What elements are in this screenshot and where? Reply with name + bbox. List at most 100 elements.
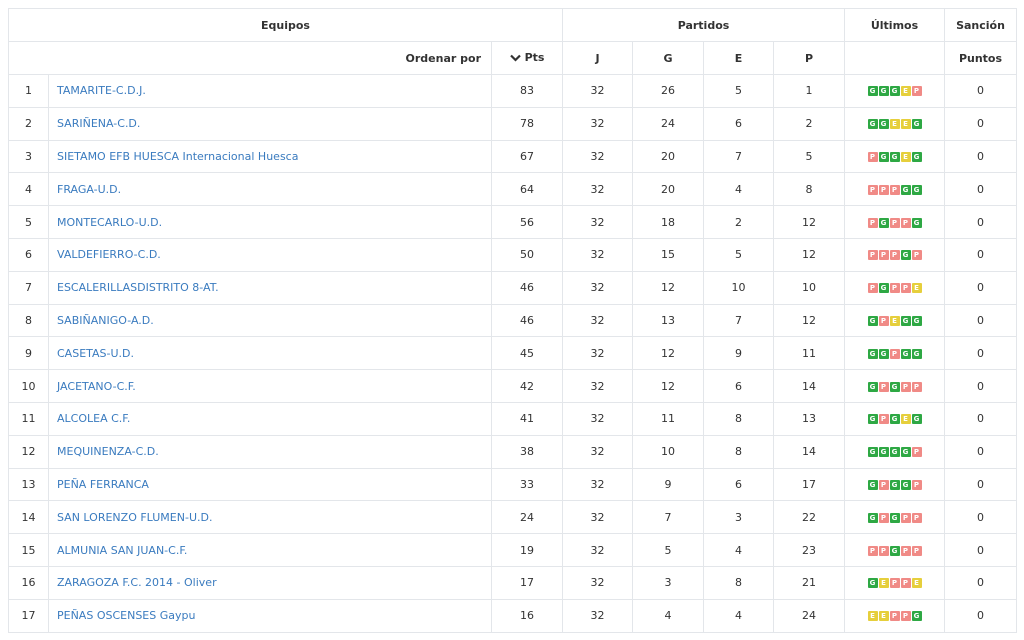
j-cell: 32	[562, 500, 633, 535]
form-result-badge: G	[889, 447, 900, 458]
form-result-badge: G	[878, 447, 889, 458]
team-cell: TAMARITE-C.D.J.	[48, 74, 492, 108]
team-cell: MONTECARLO-U.D.	[48, 205, 492, 239]
table-row: 3 SIETAMO EFB HUESCA Internacional Huesca…	[8, 139, 1017, 174]
pts-cell: 45	[491, 336, 563, 371]
pts-cell: 46	[491, 270, 563, 305]
g-cell: 7	[632, 500, 704, 535]
position-cell: 12	[8, 434, 49, 469]
form-result-badge: P	[867, 283, 878, 294]
p-cell: 14	[773, 369, 845, 403]
form-cell: EEPPG	[844, 598, 945, 633]
team-link[interactable]: CASETAS-U.D.	[57, 347, 134, 360]
e-cell: 2	[703, 205, 774, 239]
form-result-badge: P	[911, 250, 922, 261]
form-result-badge: G	[889, 545, 900, 556]
team-link[interactable]: TAMARITE-C.D.J.	[57, 84, 146, 97]
team-link[interactable]: SIETAMO EFB HUESCA Internacional Huesca	[57, 150, 298, 163]
p-cell: 11	[773, 336, 845, 371]
p-cell: 12	[773, 237, 845, 272]
p-cell: 24	[773, 598, 845, 633]
table-row: 7 ESCALERILLASDISTRITO 8-AT. 46 32 12 10 10 P G P…	[8, 270, 1017, 305]
j-cell: 32	[562, 565, 633, 600]
g-cell: 9	[632, 467, 704, 502]
form-cell: GGEEG	[844, 106, 945, 141]
form-result-badge: G	[911, 348, 922, 359]
recent-form: GPEGG	[867, 315, 922, 326]
form-result-badge: G	[867, 479, 878, 490]
g-cell: 10	[632, 434, 704, 469]
team-link[interactable]: PEÑA FERRANCA	[57, 478, 149, 491]
team-link[interactable]: SARIÑENA-C.D.	[57, 117, 140, 130]
team-link[interactable]: SABIÑANIGO-A.D.	[57, 314, 154, 327]
team-link[interactable]: ZARAGOZA F.C. 2014 - Oliver	[57, 576, 217, 589]
form-result-badge: G	[867, 348, 878, 359]
team-link[interactable]: JACETANO-C.F.	[57, 380, 136, 393]
j-cell: 32	[562, 467, 633, 502]
team-link[interactable]: ESCALERILLASDISTRITO 8-AT.	[57, 281, 219, 294]
j-cell: 32	[562, 74, 633, 108]
team-cell: SIETAMO EFB HUESCA Internacional Huesca	[48, 139, 492, 174]
header-g[interactable]: G	[632, 41, 704, 75]
position-cell: 6	[8, 237, 49, 272]
team-link[interactable]: PEÑAS OSCENSES Gaypu	[57, 609, 195, 622]
e-cell: 4	[703, 172, 774, 207]
form-cell: GPEGG	[844, 303, 945, 338]
form-result-badge: P	[889, 283, 900, 294]
team-link[interactable]: ALMUNIA SAN JUAN-C.F.	[57, 544, 187, 557]
recent-form: PGPPE	[867, 283, 922, 294]
table-row: 16 ZARAGOZA F.C. 2014 - Oliver 17 32 3 8 21 G E P…	[8, 565, 1017, 600]
team-cell: SAN LORENZO FLUMEN-U.D.	[48, 500, 492, 535]
form-result-badge: P	[878, 184, 889, 195]
form-result-badge: E	[889, 315, 900, 326]
form-result-badge: P	[900, 611, 911, 622]
g-cell: 4	[632, 598, 704, 633]
pts-cell: 19	[491, 533, 563, 567]
team-link[interactable]: SAN LORENZO FLUMEN-U.D.	[57, 511, 212, 524]
j-cell: 32	[562, 336, 633, 371]
form-result-badge: P	[900, 545, 911, 556]
team-cell: VALDEFIERRO-C.D.	[48, 237, 492, 272]
position-cell: 13	[8, 467, 49, 502]
g-cell: 20	[632, 139, 704, 174]
e-cell: 5	[703, 237, 774, 272]
g-cell: 13	[632, 303, 704, 338]
e-cell: 9	[703, 336, 774, 371]
recent-form: PPPGG	[867, 184, 922, 195]
header-j[interactable]: J	[562, 41, 633, 75]
table-row: 11 ALCOLEA C.F. 41 32 11 8 13 G P G E G 0	[8, 401, 1017, 436]
position-cell: 2	[8, 106, 49, 141]
j-cell: 32	[562, 205, 633, 239]
sancion-cell: 0	[944, 74, 1017, 108]
pts-cell: 46	[491, 303, 563, 338]
header-e[interactable]: E	[703, 41, 774, 75]
form-result-badge: G	[878, 86, 889, 97]
team-cell: PEÑA FERRANCA	[48, 467, 492, 502]
pts-cell: 78	[491, 106, 563, 141]
team-link[interactable]: MEQUINENZA-C.D.	[57, 445, 159, 458]
j-cell: 32	[562, 401, 633, 436]
table-row: 1 TAMARITE-C.D.J. 83 32 26 5 1 G G G E P 0	[8, 74, 1017, 108]
header-p[interactable]: P	[773, 41, 845, 75]
position-cell: 8	[8, 303, 49, 338]
form-result-badge: E	[911, 578, 922, 589]
sancion-cell: 0	[944, 401, 1017, 436]
form-result-badge: G	[889, 86, 900, 97]
recent-form: PPGPP	[867, 545, 922, 556]
recent-form: GGPGG	[867, 348, 922, 359]
g-cell: 18	[632, 205, 704, 239]
form-result-badge: G	[889, 479, 900, 490]
team-link[interactable]: FRAGA-U.D.	[57, 183, 121, 196]
form-result-badge: E	[900, 414, 911, 425]
sort-pts-button[interactable]: Pts	[491, 41, 563, 75]
form-result-badge: P	[911, 479, 922, 490]
pts-cell: 17	[491, 565, 563, 600]
e-cell: 6	[703, 106, 774, 141]
table-row: 6 VALDEFIERRO-C.D. 50 32 15 5 12 P P P G P 0	[8, 237, 1017, 272]
team-link[interactable]: VALDEFIERRO-C.D.	[57, 248, 161, 261]
form-result-badge: P	[911, 447, 922, 458]
team-link[interactable]: MONTECARLO-U.D.	[57, 216, 162, 229]
team-link[interactable]: ALCOLEA C.F.	[57, 412, 130, 425]
form-result-badge: G	[867, 578, 878, 589]
recent-form: EEPPG	[867, 611, 922, 622]
